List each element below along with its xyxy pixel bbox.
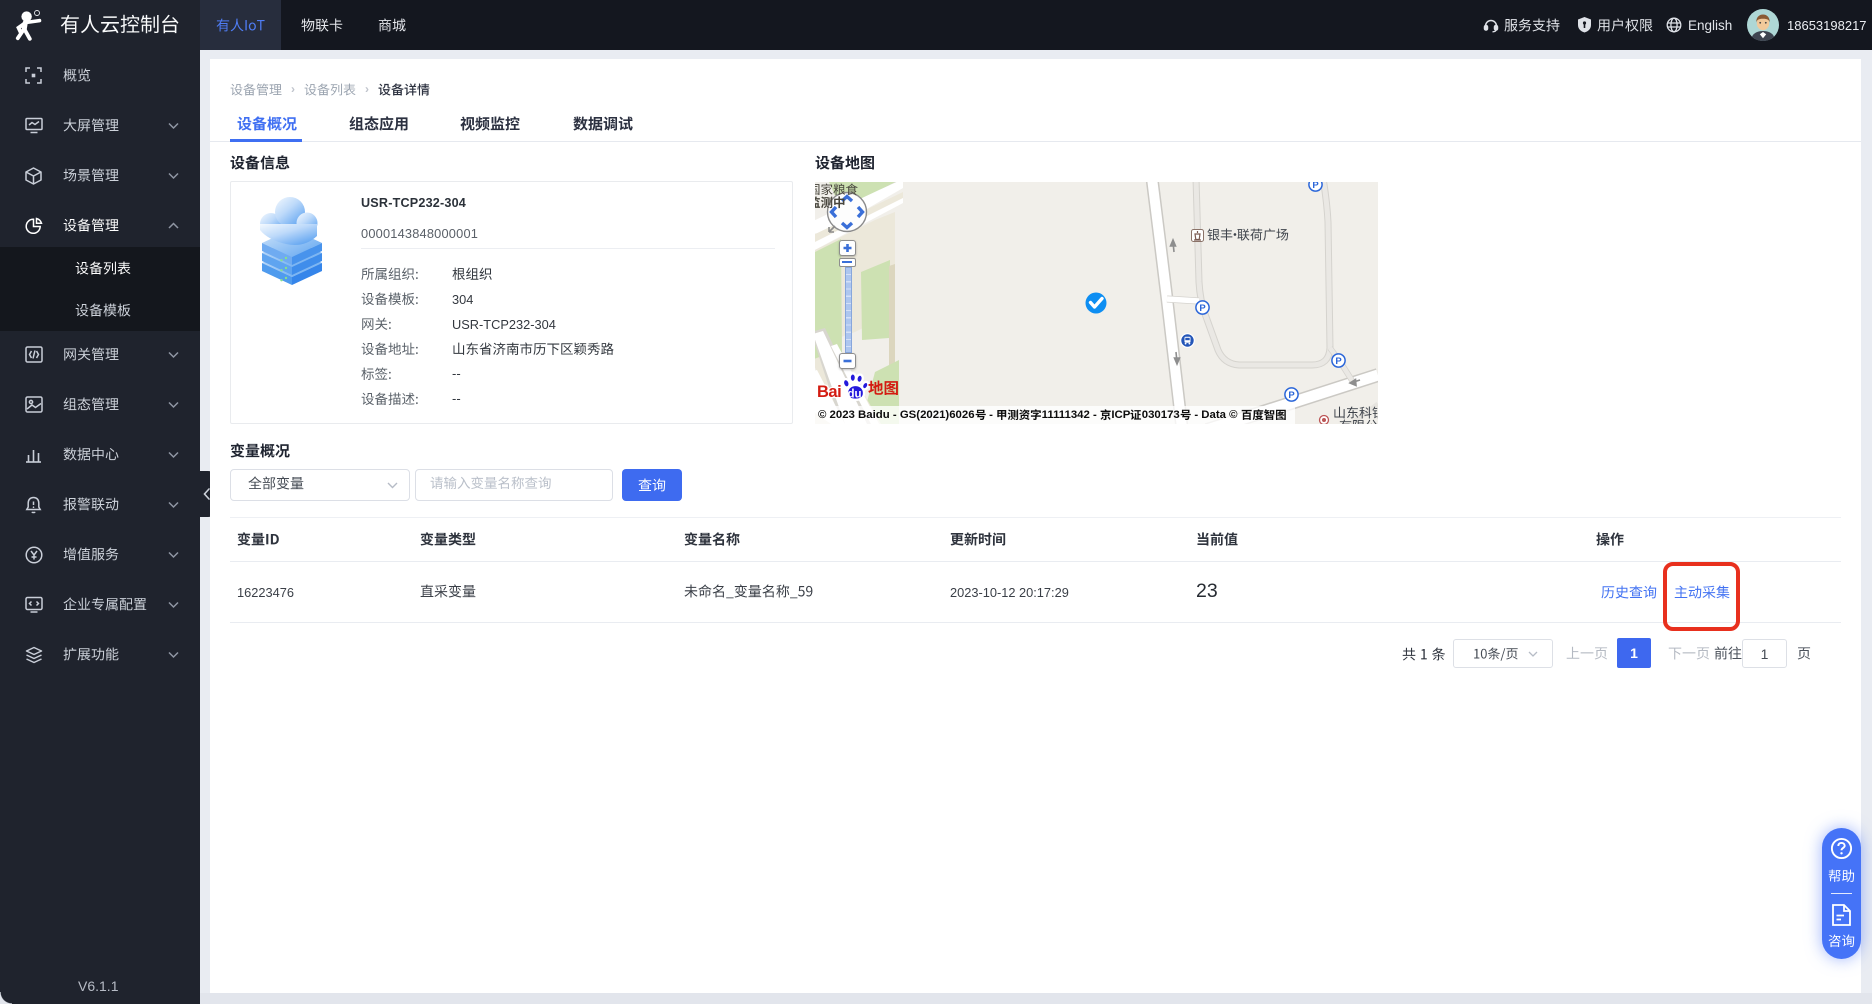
svg-text:P: P — [1335, 356, 1342, 367]
svg-text:P: P — [1312, 182, 1319, 191]
svg-text:P: P — [1199, 303, 1206, 314]
svg-text:du: du — [848, 389, 862, 401]
svg-text:P: P — [1289, 390, 1296, 401]
svg-text:Bai: Bai — [817, 383, 841, 401]
